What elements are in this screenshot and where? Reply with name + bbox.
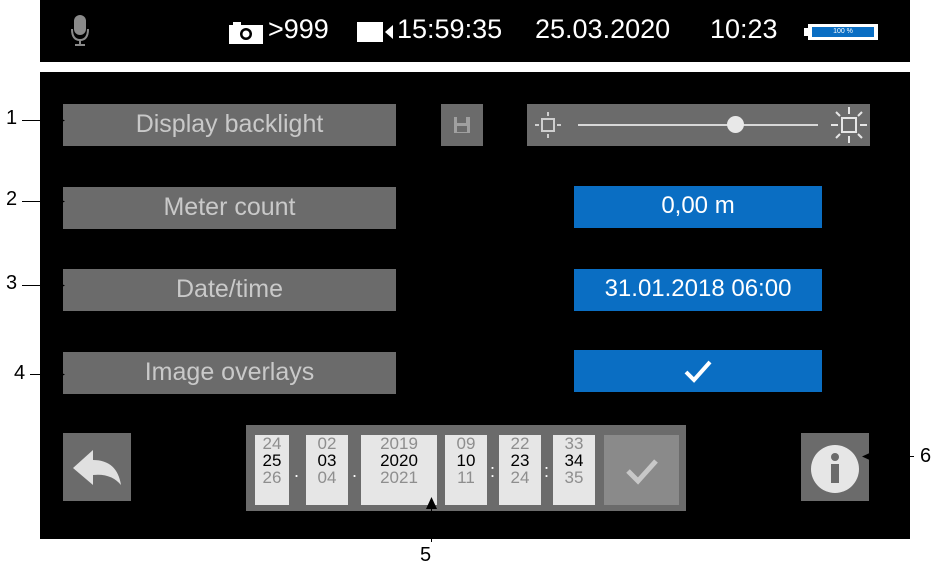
date-separator: . xyxy=(294,461,300,481)
brightness-track[interactable] xyxy=(578,124,818,126)
callout-6-arrowhead xyxy=(862,451,874,462)
status-date: 25.03.2020 xyxy=(535,14,671,44)
brightness-low-icon[interactable] xyxy=(527,104,569,146)
callout-2: 2 xyxy=(6,188,18,210)
date-time-button[interactable]: Date/time xyxy=(63,269,396,311)
microphone-icon xyxy=(71,15,89,46)
image-overlays-toggle[interactable] xyxy=(574,350,822,392)
month-wheel[interactable]: 02 03 04 xyxy=(306,435,348,505)
back-arrow-icon xyxy=(73,450,121,485)
meter-count-value[interactable]: 0,00 m xyxy=(574,186,822,228)
time-separator: : xyxy=(544,461,550,481)
callout-2-arrowhead xyxy=(53,196,65,207)
second-wheel[interactable]: 33 34 35 xyxy=(553,435,595,505)
callout-1-arrowhead xyxy=(53,115,65,126)
display-backlight-button[interactable]: Display backlight xyxy=(63,104,396,146)
callout-5-line xyxy=(431,504,432,542)
back-button[interactable] xyxy=(63,433,131,501)
status-bar: >999 15:59:35 25.03.2020 10:23 100 % xyxy=(40,0,910,62)
battery-icon: 100 % xyxy=(804,24,878,40)
hour-wheel[interactable]: 09 10 11 xyxy=(445,435,487,505)
day-wheel[interactable]: 24 25 26 xyxy=(255,435,289,505)
callout-6: 6 xyxy=(920,445,932,467)
date-time-value[interactable]: 31.01.2018 06:00 xyxy=(574,269,822,311)
callout-4-arrowhead xyxy=(53,369,65,380)
photo-count: >999 xyxy=(268,14,329,44)
info-button[interactable] xyxy=(801,433,869,501)
callout-1: 1 xyxy=(6,107,18,129)
confirm-date-button[interactable] xyxy=(604,435,679,505)
save-icon xyxy=(454,117,470,133)
info-icon xyxy=(811,445,859,493)
callout-3: 3 xyxy=(6,272,18,294)
callout-5-arrowhead xyxy=(426,497,437,509)
brightness-high-icon[interactable] xyxy=(828,104,870,146)
camera-icon xyxy=(229,22,263,44)
video-time: 15:59:35 xyxy=(397,14,503,44)
brightness-thumb[interactable] xyxy=(727,116,744,133)
battery-label: 100 % xyxy=(833,28,853,35)
save-brightness-button[interactable] xyxy=(441,104,483,146)
callout-6-line xyxy=(868,456,914,457)
callout-4: 4 xyxy=(14,362,26,384)
checkmark-icon xyxy=(684,360,712,383)
date-separator: . xyxy=(352,461,358,481)
callout-3-arrowhead xyxy=(53,280,65,291)
checkmark-icon xyxy=(626,459,658,485)
time-separator: : xyxy=(490,461,496,481)
video-camera-icon xyxy=(357,22,393,42)
status-time: 10:23 xyxy=(710,14,778,44)
minute-wheel[interactable]: 22 23 24 xyxy=(499,435,541,505)
year-wheel[interactable]: 2019 2020 2021 xyxy=(361,435,437,505)
meter-count-button[interactable]: Meter count xyxy=(63,187,396,229)
image-overlays-button[interactable]: Image overlays xyxy=(63,352,396,394)
